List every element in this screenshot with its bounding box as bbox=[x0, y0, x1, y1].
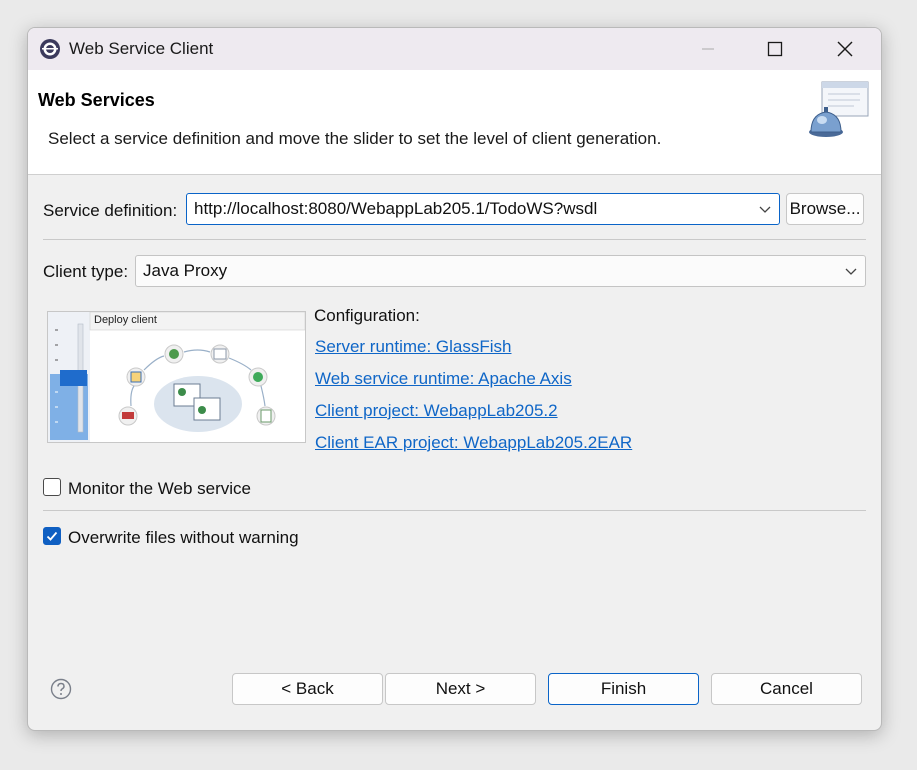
web-services-wizard-icon bbox=[809, 81, 869, 137]
cancel-button[interactable]: Cancel bbox=[711, 673, 862, 705]
client-type-combo[interactable]: Java Proxy bbox=[135, 255, 866, 287]
wizard-banner: Web Services Select a service definition… bbox=[28, 70, 881, 175]
back-button-label: < Back bbox=[281, 679, 334, 698]
client-type-value: Java Proxy bbox=[143, 261, 228, 280]
page-description: Select a service definition and move the… bbox=[48, 129, 662, 148]
server-runtime-link[interactable]: Server runtime: GlassFish bbox=[315, 337, 512, 357]
client-generation-slider[interactable] bbox=[48, 311, 306, 442]
service-definition-combo[interactable]: http://localhost:8080/WebappLab205.1/Tod… bbox=[186, 193, 780, 225]
eclipse-app-icon bbox=[40, 39, 60, 59]
finish-button[interactable]: Finish bbox=[548, 673, 699, 705]
slider-caption: Deploy client bbox=[94, 314, 157, 326]
window-title: Web Service Client bbox=[69, 39, 214, 58]
cancel-button-label: Cancel bbox=[760, 679, 813, 698]
help-icon[interactable] bbox=[50, 678, 72, 700]
finish-button-label: Finish bbox=[600, 679, 647, 698]
slider-thumb[interactable] bbox=[60, 370, 87, 386]
web-service-client-dialog: Web Service Client Web Services Select a… bbox=[27, 27, 882, 731]
close-icon bbox=[837, 41, 853, 57]
separator bbox=[43, 510, 866, 511]
overwrite-checkbox-label[interactable]: Overwrite files without warning bbox=[68, 528, 299, 548]
browse-button[interactable]: Browse... bbox=[786, 193, 864, 225]
service-definition-value: http://localhost:8080/WebappLab205.1/Tod… bbox=[194, 199, 598, 218]
browse-button-label: Browse... bbox=[789, 199, 861, 218]
configuration-heading: Configuration: bbox=[314, 306, 420, 325]
next-button-label: Next > bbox=[435, 679, 486, 698]
next-button[interactable]: Next > bbox=[385, 673, 536, 705]
chevron-down-icon[interactable] bbox=[845, 266, 857, 276]
client-project-link[interactable]: Client project: WebappLab205.2 bbox=[315, 401, 558, 421]
monitor-checkbox-label[interactable]: Monitor the Web service bbox=[68, 479, 251, 499]
monitor-checkbox[interactable] bbox=[43, 478, 61, 496]
separator bbox=[43, 239, 866, 240]
overwrite-checkbox[interactable] bbox=[43, 527, 61, 545]
checkmark-icon bbox=[46, 531, 58, 541]
web-service-runtime-link[interactable]: Web service runtime: Apache Axis bbox=[315, 369, 572, 389]
chevron-down-icon[interactable] bbox=[759, 204, 771, 214]
minimize-icon bbox=[702, 48, 714, 50]
service-definition-label: Service definition: bbox=[43, 201, 178, 220]
client-ear-project-link[interactable]: Client EAR project: WebappLab205.2EAR bbox=[315, 433, 632, 453]
title-bar: Web Service Client bbox=[28, 28, 881, 70]
page-title: Web Services bbox=[38, 90, 155, 110]
minimize-button[interactable] bbox=[674, 28, 742, 70]
client-generation-diagram: Deploy client bbox=[47, 311, 306, 443]
maximize-button[interactable] bbox=[741, 28, 809, 70]
back-button[interactable]: < Back bbox=[232, 673, 383, 705]
maximize-icon bbox=[767, 41, 783, 57]
client-type-label: Client type: bbox=[43, 262, 129, 281]
close-button[interactable] bbox=[811, 28, 879, 70]
